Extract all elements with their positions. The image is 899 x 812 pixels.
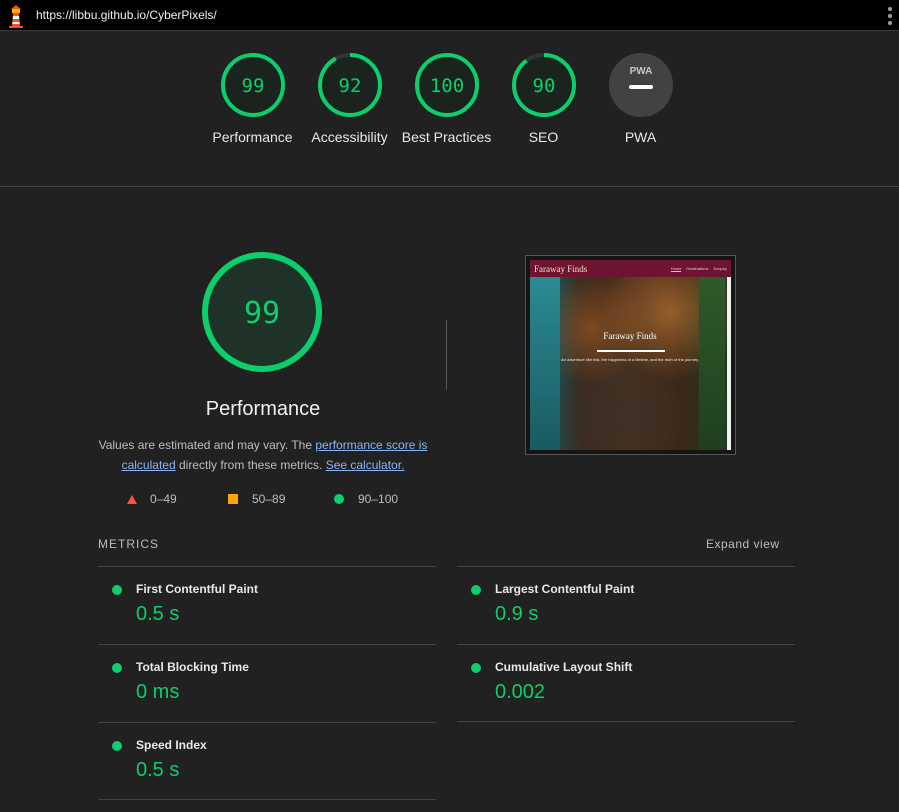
performance-score: 99 — [244, 296, 280, 331]
metric-total-blocking-time: Total Blocking Time 0 ms — [98, 644, 436, 722]
gauge-label: SEO — [528, 129, 559, 145]
pass-circle-icon — [112, 585, 122, 595]
see-calculator-link[interactable]: See calculator. — [326, 458, 405, 472]
final-screenshot[interactable]: Faraway Finds Home Destinations Enquiry … — [525, 255, 736, 455]
pass-circle-icon — [112, 663, 122, 673]
metric-value: 0.9 s — [495, 603, 539, 625]
divider — [98, 799, 436, 800]
metric-title: Speed Index — [136, 738, 207, 752]
triangle-icon — [127, 494, 137, 504]
pwa-badge-text: PWA — [629, 66, 652, 77]
metric-value: 0.5 s — [136, 603, 180, 625]
screenshot-hero-image: Faraway Finds An adventure like this, th… — [530, 277, 731, 450]
gauge-performance[interactable]: 99 Performance — [204, 52, 301, 147]
metric-cumulative-layout-shift: Cumulative Layout Shift 0.002 — [457, 644, 795, 722]
more-options-icon[interactable] — [887, 7, 893, 25]
screenshot-nav-item: Enquiry — [713, 265, 727, 271]
expand-view-toggle[interactable]: Expand view — [706, 537, 780, 551]
screenshot-nav-item: Destinations — [686, 265, 709, 271]
performance-title: Performance — [205, 398, 321, 420]
legend-pass: 90–100 — [334, 492, 398, 506]
divider — [457, 721, 795, 722]
metric-value: 0.002 — [495, 681, 546, 703]
metric-title: Largest Contentful Paint — [495, 582, 635, 596]
gauge-label: Performance — [212, 129, 293, 145]
gauge-pwa[interactable]: PWA PWA — [592, 52, 689, 147]
gauge-score: 99 — [241, 75, 264, 97]
gauge-best-practices[interactable]: 100 Best Practices — [398, 52, 495, 147]
legend-fail: 0–49 — [127, 492, 177, 506]
legend-range: 50–89 — [252, 492, 286, 506]
gauge-score: 92 — [338, 75, 361, 97]
gauge-ring: 99 — [220, 53, 285, 117]
gauge-accessibility[interactable]: 92 Accessibility — [301, 52, 398, 147]
metric-title: Cumulative Layout Shift — [495, 660, 633, 674]
metric-title: First Contentful Paint — [136, 582, 258, 596]
gauge-score: 90 — [532, 75, 555, 97]
page-url: https://libbu.github.io/CyberPixels/ — [36, 8, 217, 22]
gauge-ring: 90 — [511, 53, 576, 117]
divider — [446, 320, 447, 390]
gauge-ring: 92 — [317, 53, 382, 117]
screenshot-subtitle: An adventure like this, the happiness of… — [561, 357, 699, 362]
gauge-label: PWA — [624, 129, 657, 145]
pwa-badge-icon: PWA — [608, 53, 673, 117]
circle-icon — [334, 494, 344, 504]
metric-first-contentful-paint: First Contentful Paint 0.5 s — [98, 566, 436, 644]
metric-largest-contentful-paint: Largest Contentful Paint 0.9 s — [457, 566, 795, 644]
metric-title: Total Blocking Time — [136, 660, 249, 674]
legend-average: 50–89 — [228, 492, 285, 506]
legend-range: 0–49 — [150, 492, 177, 506]
metric-speed-index: Speed Index 0.5 s — [98, 722, 436, 800]
performance-description: Values are estimated and may vary. The p… — [98, 435, 428, 475]
metric-value: 0 ms — [136, 681, 180, 703]
lighthouse-logo-icon — [9, 5, 23, 28]
metrics-heading: METRICS — [98, 537, 159, 551]
screenshot-heading: Faraway Finds — [603, 331, 657, 341]
pass-circle-icon — [112, 741, 122, 751]
legend-range: 90–100 — [358, 492, 399, 506]
score-gauges: 99 Performance 92 Accessibility 100 Best… — [0, 31, 899, 187]
gauge-label: Accessibility — [311, 129, 388, 145]
metric-value: 0.5 s — [136, 759, 180, 781]
gauge-ring: 100 — [414, 53, 479, 117]
screenshot-brand: Faraway Finds — [534, 263, 588, 274]
gauge-label: Best Practices — [401, 129, 492, 145]
desc-text: Values are estimated and may vary. The — [98, 438, 316, 452]
performance-gauge: 99 — [202, 252, 322, 372]
gauge-score: 100 — [429, 75, 463, 97]
gauge-seo[interactable]: 90 SEO — [495, 52, 592, 147]
screenshot-nav-item: Home — [670, 265, 682, 272]
desc-text: directly from these metrics. — [175, 458, 326, 472]
square-icon — [228, 494, 238, 504]
top-bar: https://libbu.github.io/CyberPixels/ — [0, 0, 899, 31]
pass-circle-icon — [471, 663, 481, 673]
screenshot-scrollbar — [727, 277, 731, 450]
screenshot-navbar: Faraway Finds Home Destinations Enquiry — [530, 260, 731, 277]
pass-circle-icon — [471, 585, 481, 595]
